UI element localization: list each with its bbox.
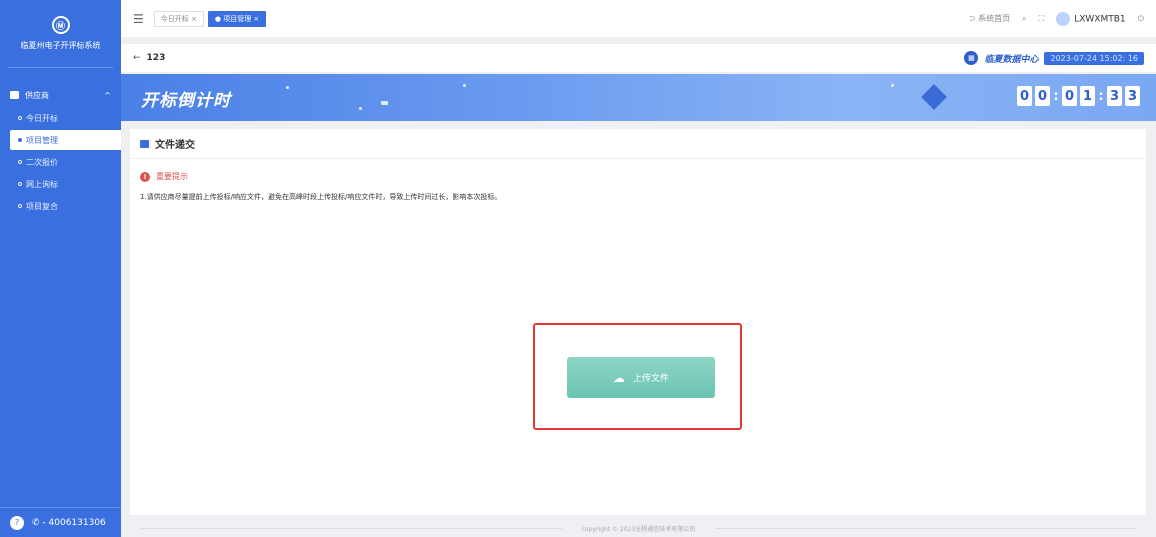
sidebar-item-online-inquiry[interactable]: 网上询标 — [0, 174, 121, 194]
sparkle-icon — [463, 84, 466, 87]
tab-project-management[interactable]: ● 项目管理 × — [207, 10, 267, 27]
logo-area: Ⓜ 临夏州电子开评标系统 — [8, 0, 113, 68]
home-link[interactable]: ⊃ 系统首页 — [969, 13, 1010, 24]
bullet-icon — [18, 204, 22, 208]
countdown-digit: 3 — [1107, 86, 1122, 106]
search-icon[interactable]: ⌕ — [1022, 14, 1026, 24]
phone-icon: ✆ — [32, 517, 43, 528]
tab-today-opening[interactable]: 今日开标 × — [153, 10, 204, 27]
back-arrow-icon[interactable]: ← — [133, 53, 141, 63]
exit-icon: ⊃ — [968, 14, 979, 23]
countdown-separator: : — [1053, 88, 1059, 104]
phone-number: - 4006131306 — [42, 517, 106, 528]
top-bar: ☰ 今日开标 × ● 项目管理 × ⊃ 系统首页 ⌕ ⛶ LXWXMTB1 ⏻ — [121, 0, 1156, 37]
sidebar: Ⓜ 临夏州电子开评标系统 供应商 ^ 今日开标 项目管理 二次报价 网上询标 项… — [0, 0, 121, 537]
nav-group-label: 供应商 — [25, 90, 49, 100]
banner-title: 开标倒计时 — [141, 91, 231, 111]
page-title: 123 — [146, 53, 166, 63]
header-right: ▦ 临夏数据中心 2023-07-24 15:02: 16 — [964, 51, 1144, 65]
sparkle-icon — [891, 84, 894, 87]
sidebar-item-second-quote[interactable]: 二次报价 — [0, 152, 121, 172]
upload-button-label: 上传文件 — [632, 374, 669, 384]
brand-logo: 临夏数据中心 — [984, 54, 1039, 65]
support-phone: ? ✆ - 4006131306 — [0, 507, 121, 537]
bullet-icon — [18, 116, 22, 120]
copyright-text: copyright © 2023全程通信技术有限公司 — [581, 525, 696, 533]
notice-heading: ! 重要提示 — [130, 159, 1146, 182]
page-header: ← 123 ▦ 临夏数据中心 2023-07-24 15:02: 16 — [121, 44, 1156, 72]
bullet-icon — [18, 182, 22, 186]
countdown-digit: 3 — [1125, 86, 1140, 106]
file-submission-panel: 文件递交 ! 重要提示 1.请供应商尽量提前上传投标/响应文件，避免在高峰时段上… — [130, 129, 1146, 515]
countdown-separator: : — [1098, 88, 1104, 104]
cloud-upload-icon: ☁ — [612, 370, 625, 385]
supplier-icon — [10, 91, 19, 99]
username: LXWXMTB1 — [1074, 14, 1126, 24]
power-icon[interactable]: ⏻ — [1138, 14, 1144, 24]
menu-toggle-icon[interactable]: ☰ — [133, 12, 144, 26]
calendar-icon[interactable]: ▦ — [964, 51, 979, 65]
sidebar-item-project-review[interactable]: 项目复合 — [0, 196, 121, 216]
countdown-banner: 开标倒计时 0 0 : 0 1 : 3 3 — [121, 74, 1156, 121]
countdown-digit: 1 — [1080, 86, 1095, 106]
nav-group-supplier[interactable]: 供应商 ^ — [0, 84, 121, 106]
countdown-digit: 0 — [1062, 86, 1077, 106]
server-time: 2023-07-24 15:02: 16 — [1044, 51, 1144, 65]
notice-title: 重要提示 — [156, 172, 188, 181]
logo-icon: Ⓜ — [51, 16, 70, 34]
countdown-digit: 0 — [1017, 86, 1032, 106]
sidebar-item-label: 项目复合 — [26, 201, 58, 211]
support-icon[interactable]: ? — [10, 515, 24, 530]
bullet-icon — [18, 138, 22, 142]
sidebar-item-label: 项目管理 — [26, 135, 58, 145]
section-title-text: 文件递交 — [155, 140, 195, 151]
user-menu[interactable]: LXWXMTB1 — [1056, 11, 1126, 26]
sidebar-item-label: 网上询标 — [26, 179, 58, 189]
sparkle-icon — [381, 101, 388, 105]
section-icon — [140, 139, 149, 148]
footer: copyright © 2023全程通信技术有限公司 — [121, 519, 1156, 537]
countdown-digit: 0 — [1035, 86, 1050, 106]
fullscreen-icon[interactable]: ⛶ — [1039, 14, 1045, 24]
chevron-up-icon: ^ — [104, 90, 111, 100]
upload-file-button[interactable]: ☁ 上传文件 — [567, 357, 715, 398]
sidebar-item-label: 二次报价 — [26, 157, 58, 167]
sidebar-item-project-management[interactable]: 项目管理 — [10, 130, 121, 150]
sparkle-icon — [359, 107, 362, 110]
top-actions: ⊃ 系统首页 ⌕ ⛶ LXWXMTB1 ⏻ — [969, 11, 1144, 26]
sidebar-item-today-opening[interactable]: 今日开标 — [0, 108, 121, 128]
sparkle-icon — [286, 86, 289, 89]
alert-icon: ! — [140, 171, 150, 182]
decoration-cube-icon — [921, 84, 947, 110]
avatar — [1056, 11, 1071, 26]
bullet-icon — [18, 160, 22, 164]
sidebar-item-label: 今日开标 — [26, 113, 58, 123]
countdown-timer: 0 0 : 0 1 : 3 3 — [1017, 86, 1140, 106]
notice-text: 1.请供应商尽量提前上传投标/响应文件，避免在高峰时段上传投标/响应文件时，导致… — [140, 193, 502, 201]
system-name: 临夏州电子开评标系统 — [20, 41, 101, 50]
section-title: 文件递交 — [130, 129, 1146, 159]
